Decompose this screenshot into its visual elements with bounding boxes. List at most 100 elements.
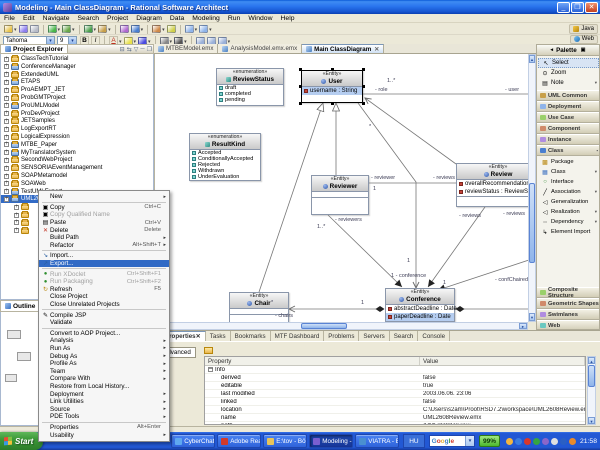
tree-item-sensoriaeventmanagement[interactable]: + SENSORIAEventManagement	[1, 164, 153, 172]
taskbar-button-adobe-rea-[interactable]: Adobe Rea…	[217, 434, 262, 448]
annotate-icon[interactable]	[152, 25, 162, 33]
expand-icon[interactable]: +	[4, 134, 9, 140]
context-menu-refactor[interactable]: Refactor Alt+Shift+T ▸	[39, 242, 169, 250]
context-menu-run-packaging[interactable]: ● Run Packaging Ctrl+Shift+F2	[39, 278, 169, 286]
vscroll-thumb[interactable]	[529, 183, 535, 263]
tree-item-etaps[interactable]: + ETAPS	[1, 78, 153, 86]
palette-drawer-geometric-shapes[interactable]: Geometric Shapes	[537, 298, 599, 309]
tray-icon-0[interactable]	[505, 437, 513, 445]
print-icon[interactable]	[29, 25, 39, 33]
selection-handle[interactable]	[330, 102, 334, 105]
selection-handle[interactable]	[299, 85, 302, 88]
expand-icon[interactable]: +	[4, 196, 9, 202]
back-dropdown-icon[interactable]: ▾	[195, 27, 198, 33]
palette-collapse-icon[interactable]: ◂	[551, 47, 554, 53]
enum-literal[interactable]: UnderEvaluation	[190, 174, 260, 180]
expand-icon[interactable]: +	[4, 118, 9, 124]
selection-handle[interactable]	[362, 102, 365, 105]
palette-item-package[interactable]: ▩ Package	[541, 157, 599, 167]
expand-icon[interactable]: +	[4, 79, 9, 85]
taskbar-button-e-tov-b-l-[interactable]: E:\tov - Böl…	[263, 434, 308, 448]
property-row-derived[interactable]: derived false	[205, 374, 585, 382]
property-row-editable[interactable]: editable true	[205, 382, 585, 390]
context-menu-compile-jsp[interactable]: ✎ Compile JSP	[39, 311, 169, 319]
tree-item-classtechtutorial[interactable]: + ClassTechTutorial	[1, 55, 153, 63]
search-dropdown-icon[interactable]: ▾	[141, 27, 144, 33]
menu-file[interactable]: File	[0, 14, 19, 23]
selection-handle[interactable]	[362, 85, 365, 88]
tree-item-soapmetamodel[interactable]: + SOAPMetamodel	[1, 172, 153, 180]
palette-drawer-class[interactable]: Class ▪	[537, 145, 599, 156]
context-menu-pde-tools[interactable]: PDE Tools ▸	[39, 413, 169, 421]
tool-dropdown-icon[interactable]: ▾	[595, 80, 597, 86]
property-row-path[interactable]: path/UML2608Review	[205, 422, 585, 425]
minimize-view-icon[interactable]: ─	[140, 46, 144, 53]
collapse-group-icon[interactable]: –	[208, 367, 213, 372]
context-menu-copy-qualified-name[interactable]: ▣ Copy Qualified Name	[39, 211, 169, 219]
perspective-web[interactable]: Web	[569, 34, 598, 44]
palette-tool-zoom[interactable]: ⊙ Zoom	[538, 68, 599, 78]
editor-tab-mtbemodel-emx[interactable]: MTBEModel.emx	[154, 44, 219, 53]
back-icon[interactable]	[184, 25, 194, 33]
context-menu-export-[interactable]: ↗ Export...	[39, 259, 169, 268]
tree-item-extendeduml[interactable]: + ExtendedUML	[1, 70, 153, 79]
search-dropdown-icon[interactable]: ▾	[464, 436, 474, 446]
font-size-dropdown-icon[interactable]: ▾	[68, 37, 76, 44]
expand-icon[interactable]: +	[4, 173, 9, 179]
scroll-right-arrow[interactable]: ▸	[519, 323, 527, 329]
context-menu-compare-with[interactable]: Compare With ▸	[39, 375, 169, 383]
palette-tool-select[interactable]: ↖ Select	[538, 58, 599, 68]
tree-item-logicalexpression[interactable]: + LogicalExpression	[1, 133, 153, 141]
tray-icon-2[interactable]	[523, 437, 531, 445]
menu-run[interactable]: Run	[224, 14, 244, 23]
palette-tool-note[interactable]: ▤ Note ▾	[538, 78, 599, 88]
palette-drawer-uml-common[interactable]: UML Common	[537, 90, 599, 101]
expand-icon[interactable]: +	[4, 149, 9, 156]
selection-handle[interactable]	[299, 68, 302, 71]
taskbar-button-cyberchat-[interactable]: CyberChat…	[171, 434, 216, 448]
palette-item-association[interactable]: ╱ Association ▾	[541, 187, 599, 197]
expand-icon[interactable]: +	[4, 180, 9, 187]
expand-icon[interactable]: +	[14, 204, 19, 210]
context-menu-run-xdoclet[interactable]: ● Run XDoclet Ctrl+Shift+F1	[39, 270, 169, 278]
expand-icon[interactable]: +	[4, 56, 9, 62]
expand-icon[interactable]: +	[4, 165, 9, 171]
tray-icon-7[interactable]	[568, 437, 576, 445]
project-explorer-tab[interactable]: Project Explorer	[1, 45, 69, 53]
debug-dropdown-icon[interactable]: ▾	[72, 27, 75, 33]
menu-data[interactable]: Data	[166, 14, 188, 23]
tab-problems[interactable]: Problems	[324, 331, 360, 341]
maximize-view-icon[interactable]: ❐	[147, 46, 152, 53]
context-menu-source[interactable]: Source ▸	[39, 405, 169, 413]
link-editor-icon[interactable]: ⇆	[127, 46, 132, 53]
context-menu-new[interactable]: New ▸	[39, 193, 169, 201]
palette-header[interactable]: ◂ Palette ▣	[537, 45, 599, 56]
expand-icon[interactable]: +	[14, 212, 19, 218]
expand-icon[interactable]: +	[4, 63, 9, 70]
property-row-location[interactable]: location C:\Users\s2am\Proot\RSD7.2\works…	[205, 406, 585, 414]
open-type-icon[interactable]	[119, 25, 129, 33]
palette-pin-icon[interactable]: ▣	[581, 47, 586, 53]
palette-drawer-use-case[interactable]: Use Case	[537, 112, 599, 123]
language-indicator[interactable]: HU	[403, 434, 425, 448]
enum-literal[interactable]: ConditionallyAccepted	[190, 156, 260, 162]
perspective-java[interactable]: Java	[569, 24, 598, 34]
diagram-canvas[interactable]: 1..* - role - user * - reviewer 1 - reviews 1..…	[154, 54, 528, 322]
uml-node-conference[interactable]: «Entity» Conference abstractDeadline : Dat…	[385, 288, 457, 322]
uml-node-review[interactable]: «Entity»ReviewoverallRecommendation : In…	[456, 163, 528, 207]
pscroll-thumb[interactable]	[588, 365, 595, 387]
palette-drawer-component[interactable]: Component	[537, 123, 599, 134]
palette-drawer-composite-structure[interactable]: Composite Structure	[537, 287, 599, 299]
tab-tasks[interactable]: Tasks	[205, 331, 231, 341]
minimize-button[interactable]: _	[557, 1, 570, 13]
property-row-info[interactable]: – Info	[205, 366, 585, 374]
attribute-row[interactable]: username : String	[302, 86, 362, 95]
item-dropdown-icon[interactable]: ▾	[595, 219, 597, 225]
tab-bookmarks[interactable]: Bookmarks	[230, 331, 271, 341]
context-menu-usability[interactable]: Usability ▸	[39, 431, 169, 439]
menu-project[interactable]: Project	[103, 14, 132, 23]
tray-icon-3[interactable]	[532, 437, 540, 445]
item-dropdown-icon[interactable]: ▾	[595, 209, 597, 215]
font-name-dropdown-icon[interactable]: ▾	[46, 37, 54, 44]
palette-drawer-web[interactable]: Web	[537, 320, 599, 329]
